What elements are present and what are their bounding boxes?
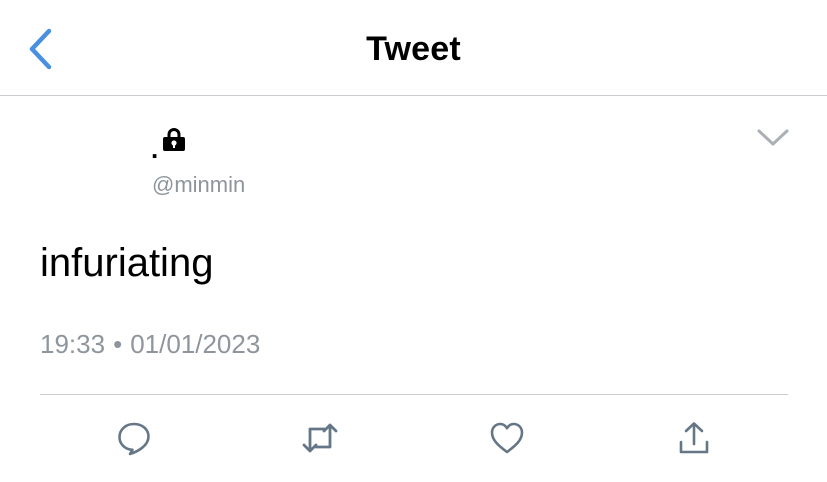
heart-icon <box>489 421 525 455</box>
like-button[interactable] <box>487 418 527 458</box>
chevron-down-icon <box>756 128 790 153</box>
display-name-text: . <box>151 134 159 164</box>
navigation-header: Tweet <box>0 0 827 96</box>
timestamp-separator: • <box>113 329 123 359</box>
tweet-time: 19:33 <box>40 329 106 359</box>
reply-button[interactable] <box>114 418 154 458</box>
tweet-date: 01/01/2023 <box>130 329 261 359</box>
divider <box>40 394 788 395</box>
tweet-detail-screen: Tweet . @minmin infuriating 19:33 • 01/01/… <box>0 0 827 482</box>
reply-icon <box>116 420 152 456</box>
page-title: Tweet <box>366 30 461 68</box>
share-icon <box>677 420 711 456</box>
lock-icon <box>162 127 186 159</box>
retweet-button[interactable] <box>300 418 340 458</box>
tweet-text: infuriating <box>40 241 214 285</box>
user-handle[interactable]: @minmin <box>152 172 245 198</box>
more-options-button[interactable] <box>753 124 793 156</box>
tweet-timestamp[interactable]: 19:33 • 01/01/2023 <box>40 329 260 360</box>
display-name[interactable]: . <box>151 128 186 162</box>
retweet-icon <box>301 421 339 455</box>
share-button[interactable] <box>674 418 714 458</box>
